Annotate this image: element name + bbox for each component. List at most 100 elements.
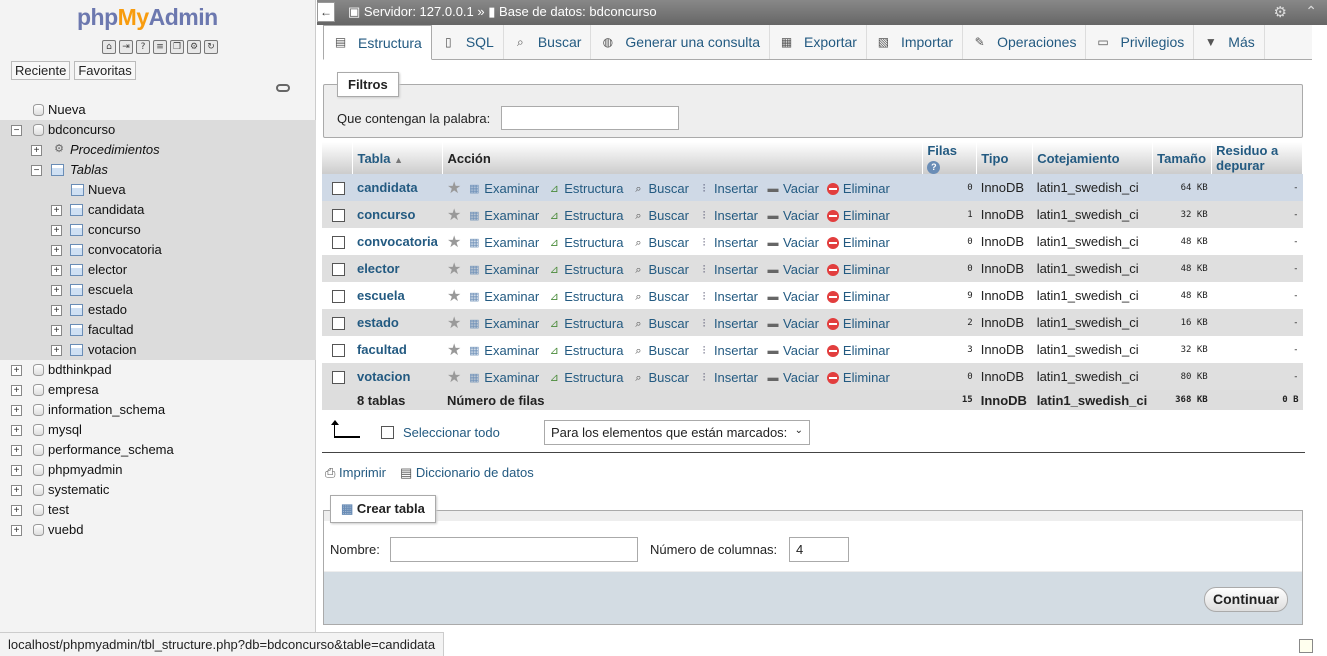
action-structure-link[interactable]: ⊿Estructura	[547, 208, 623, 223]
tree-table-item[interactable]: +candidata	[0, 200, 316, 220]
action-browse-link[interactable]: ▦Examinar	[467, 343, 539, 358]
row-checkbox[interactable]	[332, 182, 345, 195]
header-overhead[interactable]: Residuo a depurar	[1212, 142, 1303, 174]
expand-icon[interactable]: +	[11, 465, 22, 476]
settings-icon[interactable]: ⚙	[187, 40, 201, 54]
action-empty-link[interactable]: ▬Vaciar	[766, 370, 819, 385]
action-search-link[interactable]: ⌕Buscar	[631, 370, 688, 385]
action-insert-link[interactable]: ⫶Insertar	[697, 316, 758, 331]
action-search-link[interactable]: ⌕Buscar	[631, 343, 688, 358]
action-drop-link[interactable]: Eliminar	[827, 208, 890, 223]
size-cell[interactable]: 80 KB	[1153, 363, 1212, 390]
favorite-star-icon[interactable]: ★	[447, 342, 461, 359]
action-drop-link[interactable]: Eliminar	[827, 343, 890, 358]
tab-export[interactable]: ▦Exportar	[770, 25, 867, 59]
action-drop-link[interactable]: Eliminar	[827, 289, 890, 304]
tree-table-item[interactable]: +votacion	[0, 340, 316, 360]
expand-icon[interactable]: +	[11, 445, 22, 456]
row-checkbox[interactable]	[332, 371, 345, 384]
data-dictionary-link[interactable]: ▤ Diccionario de datos	[400, 465, 534, 481]
with-selected-dropdown[interactable]: Para los elementos que están marcados:⌄	[544, 420, 810, 445]
table-name-cell[interactable]: convocatoria	[353, 228, 443, 255]
tree-table-item[interactable]: +facultad	[0, 320, 316, 340]
row-checkbox[interactable]	[332, 317, 345, 330]
tree-db-item[interactable]: +bdthinkpad	[0, 360, 316, 380]
collapse-nav-button[interactable]: ←	[317, 2, 335, 22]
expand-icon[interactable]: +	[51, 225, 62, 236]
expand-icon[interactable]: +	[51, 205, 62, 216]
favorite-star-icon[interactable]: ★	[447, 315, 461, 332]
action-drop-link[interactable]: Eliminar	[827, 316, 890, 331]
tree-db-item[interactable]: +test	[0, 500, 316, 520]
tab-operations[interactable]: ✎Operaciones	[963, 25, 1086, 59]
expand-icon[interactable]: +	[51, 345, 62, 356]
tree-db-item[interactable]: +performance_schema	[0, 440, 316, 460]
tree-db-item[interactable]: +information_schema	[0, 400, 316, 420]
expand-icon[interactable]: +	[51, 245, 62, 256]
tab-query[interactable]: ◍Generar una consulta	[591, 25, 770, 59]
tree-item-new-db[interactable]: Nueva	[0, 100, 316, 120]
table-name-cell[interactable]: concurso	[353, 201, 443, 228]
action-insert-link[interactable]: ⫶Insertar	[697, 262, 758, 277]
row-checkbox[interactable]	[332, 209, 345, 222]
home-icon[interactable]: ⌂	[102, 40, 116, 54]
action-search-link[interactable]: ⌕Buscar	[631, 316, 688, 331]
favorite-star-icon[interactable]: ★	[447, 369, 461, 386]
table-name-cell[interactable]: votacion	[353, 363, 443, 390]
tree-db-item[interactable]: +mysql	[0, 420, 316, 440]
expand-icon[interactable]: +	[11, 385, 22, 396]
table-name-cell[interactable]: candidata	[353, 174, 443, 201]
tree-db-item[interactable]: +vuebd	[0, 520, 316, 540]
action-empty-link[interactable]: ▬Vaciar	[766, 181, 819, 196]
reload-icon[interactable]: ↻	[204, 40, 218, 54]
expand-icon[interactable]: +	[11, 425, 22, 436]
action-browse-link[interactable]: ▦Examinar	[467, 316, 539, 331]
continue-button[interactable]: Continuar	[1204, 587, 1288, 612]
size-cell[interactable]: 48 KB	[1153, 255, 1212, 282]
tree-db-item[interactable]: +empresa	[0, 380, 316, 400]
tree-item-bdconcurso[interactable]: − bdconcurso	[0, 120, 316, 140]
favorite-star-icon[interactable]: ★	[447, 180, 461, 197]
columns-count-input[interactable]: 4	[789, 537, 849, 562]
row-checkbox[interactable]	[332, 263, 345, 276]
header-table[interactable]: Tabla ▲	[353, 142, 443, 174]
recent-button[interactable]: Reciente	[11, 61, 70, 80]
link-with-main-icon[interactable]	[276, 84, 290, 92]
tree-table-item[interactable]: +convocatoria	[0, 240, 316, 260]
favorite-star-icon[interactable]: ★	[447, 288, 461, 305]
expand-icon[interactable]: +	[11, 485, 22, 496]
action-empty-link[interactable]: ▬Vaciar	[766, 289, 819, 304]
action-insert-link[interactable]: ⫶Insertar	[697, 289, 758, 304]
copy-icon[interactable]: ❐	[170, 40, 184, 54]
tree-table-item[interactable]: +elector	[0, 260, 316, 280]
action-browse-link[interactable]: ▦Examinar	[467, 370, 539, 385]
collapse-icon[interactable]: −	[31, 165, 42, 176]
action-empty-link[interactable]: ▬Vaciar	[766, 316, 819, 331]
action-drop-link[interactable]: Eliminar	[827, 181, 890, 196]
row-checkbox[interactable]	[332, 236, 345, 249]
header-size[interactable]: Tamaño	[1153, 142, 1212, 174]
action-empty-link[interactable]: ▬Vaciar	[766, 235, 819, 250]
action-search-link[interactable]: ⌕Buscar	[631, 181, 688, 196]
filter-input[interactable]	[501, 106, 679, 130]
action-search-link[interactable]: ⌕Buscar	[631, 262, 688, 277]
expand-icon[interactable]: +	[51, 325, 62, 336]
size-cell[interactable]: 32 KB	[1153, 336, 1212, 363]
expand-icon[interactable]: +	[51, 265, 62, 276]
size-cell[interactable]: 16 KB	[1153, 309, 1212, 336]
size-cell[interactable]: 48 KB	[1153, 228, 1212, 255]
expand-icon[interactable]: +	[31, 145, 42, 156]
action-structure-link[interactable]: ⊿Estructura	[547, 181, 623, 196]
action-insert-link[interactable]: ⫶Insertar	[697, 235, 758, 250]
action-browse-link[interactable]: ▦Examinar	[467, 208, 539, 223]
console-toggle-icon[interactable]	[1299, 639, 1313, 653]
tree-item-procedures[interactable]: + ⚙ Procedimientos	[0, 140, 316, 160]
expand-icon[interactable]: +	[11, 405, 22, 416]
tree-item-tables[interactable]: − Tablas	[0, 160, 316, 180]
size-cell[interactable]: 64 KB	[1153, 174, 1212, 201]
tab-sql[interactable]: ▯SQL	[432, 25, 504, 59]
expand-icon[interactable]: +	[11, 525, 22, 536]
action-structure-link[interactable]: ⊿Estructura	[547, 262, 623, 277]
action-empty-link[interactable]: ▬Vaciar	[766, 343, 819, 358]
table-name-cell[interactable]: facultad	[353, 336, 443, 363]
